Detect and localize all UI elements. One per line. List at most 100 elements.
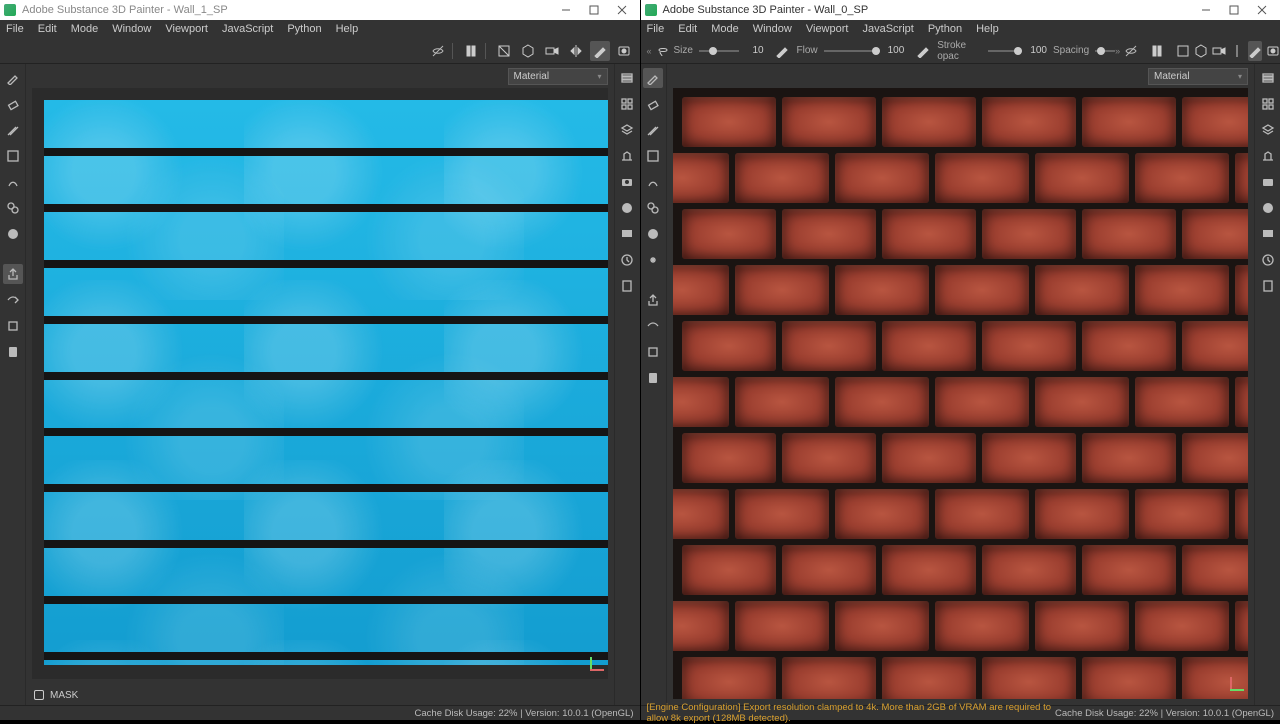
right-right-tools	[1254, 64, 1280, 705]
size-label: Size	[674, 45, 693, 56]
projection-tool-icon[interactable]	[643, 120, 663, 140]
panel-substance-icon[interactable]	[617, 302, 637, 322]
panel-env-icon[interactable]	[617, 198, 637, 218]
channel-dropdown[interactable]: Material	[508, 68, 608, 85]
pause-icon[interactable]	[1150, 41, 1164, 61]
status-warning: [Engine Configuration] Export resolution…	[647, 702, 1056, 724]
viewport-2d-left[interactable]	[32, 88, 608, 679]
panel-layers-icon[interactable]	[617, 68, 637, 88]
viewport-2d-right[interactable]	[673, 88, 1249, 699]
minimize-button[interactable]	[552, 0, 580, 20]
menu-javascript[interactable]: JavaScript	[222, 23, 273, 35]
send-icon[interactable]	[643, 316, 663, 336]
polyfill-tool-icon[interactable]	[643, 146, 663, 166]
clone-tool-icon[interactable]	[3, 198, 23, 218]
panel-env-icon[interactable]	[1258, 198, 1278, 218]
panel-shelf-icon[interactable]	[1258, 146, 1278, 166]
panel-log-icon[interactable]	[1258, 276, 1278, 296]
app-icon	[4, 4, 16, 16]
baker-icon[interactable]	[643, 342, 663, 362]
panel-substance-icon[interactable]	[1258, 302, 1278, 322]
panel-shelf-icon[interactable]	[617, 146, 637, 166]
projection-tool-icon[interactable]	[3, 120, 23, 140]
axis-gizmo	[582, 653, 604, 675]
panel-history-icon[interactable]	[1258, 250, 1278, 270]
menu-python[interactable]: Python	[287, 23, 321, 35]
menu-javascript[interactable]: JavaScript	[862, 23, 913, 35]
eraser-tool-icon[interactable]	[643, 94, 663, 114]
scroll-right-icon[interactable]: »	[1115, 41, 1120, 61]
size-slider[interactable]	[699, 48, 739, 54]
persp-icon[interactable]	[494, 41, 514, 61]
baker-icon[interactable]	[3, 316, 23, 336]
size-link-icon[interactable]	[774, 41, 791, 61]
minimize-button[interactable]	[1192, 0, 1220, 20]
render-icon[interactable]	[1266, 41, 1280, 61]
brush-tool-icon[interactable]	[3, 68, 23, 88]
render-icon[interactable]	[614, 41, 634, 61]
export-icon[interactable]	[3, 264, 23, 284]
menu-edit[interactable]: Edit	[38, 23, 57, 35]
paint-icon[interactable]	[1248, 41, 1262, 61]
polyfill-tool-icon[interactable]	[3, 146, 23, 166]
panel-log-icon[interactable]	[617, 276, 637, 296]
camera-icon[interactable]	[542, 41, 562, 61]
brush-tool-icon[interactable]	[643, 68, 663, 88]
pause-icon[interactable]	[461, 41, 481, 61]
menu-mode[interactable]: Mode	[711, 23, 739, 35]
panel-bake-icon[interactable]	[617, 172, 637, 192]
menu-mode[interactable]: Mode	[71, 23, 99, 35]
opac-slider[interactable]	[988, 48, 1022, 54]
symmetry-icon[interactable]	[566, 41, 586, 61]
menu-window[interactable]: Window	[753, 23, 792, 35]
symmetry-icon[interactable]	[1230, 41, 1244, 61]
resource-icon[interactable]	[3, 342, 23, 362]
export-icon[interactable]	[643, 290, 663, 310]
panel-texset-icon[interactable]	[1258, 94, 1278, 114]
menu-edit[interactable]: Edit	[678, 23, 697, 35]
menu-help[interactable]: Help	[976, 23, 999, 35]
camera-icon[interactable]	[1212, 41, 1226, 61]
spacing-slider[interactable]	[1095, 48, 1115, 54]
flow-slider[interactable]	[824, 48, 880, 54]
hide-ui-icon[interactable]	[1124, 41, 1138, 61]
menu-file[interactable]: File	[6, 23, 24, 35]
particle-tool-icon[interactable]	[643, 250, 663, 270]
menu-python[interactable]: Python	[928, 23, 962, 35]
panel-history-icon[interactable]	[617, 250, 637, 270]
paint-icon[interactable]	[590, 41, 610, 61]
statusbar-right: [Engine Configuration] Export resolution…	[641, 705, 1280, 720]
menu-file[interactable]: File	[647, 23, 665, 35]
panel-props-icon[interactable]	[617, 120, 637, 140]
panel-display-icon[interactable]	[1258, 224, 1278, 244]
cube-icon[interactable]	[1194, 41, 1208, 61]
panel-display-icon[interactable]	[617, 224, 637, 244]
material-tool-icon[interactable]	[643, 224, 663, 244]
smudge-tool-icon[interactable]	[643, 172, 663, 192]
lasso-icon[interactable]	[656, 41, 670, 61]
menu-window[interactable]: Window	[112, 23, 151, 35]
menu-viewport[interactable]: Viewport	[806, 23, 849, 35]
panel-props-icon[interactable]	[1258, 120, 1278, 140]
persp-icon[interactable]	[1176, 41, 1190, 61]
resource-icon[interactable]	[643, 368, 663, 388]
panel-texset-icon[interactable]	[617, 94, 637, 114]
flow-link-icon[interactable]	[914, 41, 931, 61]
menu-viewport[interactable]: Viewport	[165, 23, 208, 35]
maximize-button[interactable]	[1220, 0, 1248, 20]
cube-icon[interactable]	[518, 41, 538, 61]
menu-help[interactable]: Help	[336, 23, 359, 35]
clone-tool-icon[interactable]	[643, 198, 663, 218]
maximize-button[interactable]	[580, 0, 608, 20]
channel-dropdown[interactable]: Material	[1148, 68, 1248, 85]
panel-layers-icon[interactable]	[1258, 68, 1278, 88]
smudge-tool-icon[interactable]	[3, 172, 23, 192]
close-button[interactable]	[608, 0, 636, 20]
send-icon[interactable]	[3, 290, 23, 310]
panel-bake-icon[interactable]	[1258, 172, 1278, 192]
hide-ui-icon[interactable]	[428, 41, 448, 61]
eraser-tool-icon[interactable]	[3, 94, 23, 114]
material-tool-icon[interactable]	[3, 224, 23, 244]
close-button[interactable]	[1248, 0, 1276, 20]
scroll-left-icon[interactable]: «	[647, 41, 652, 61]
